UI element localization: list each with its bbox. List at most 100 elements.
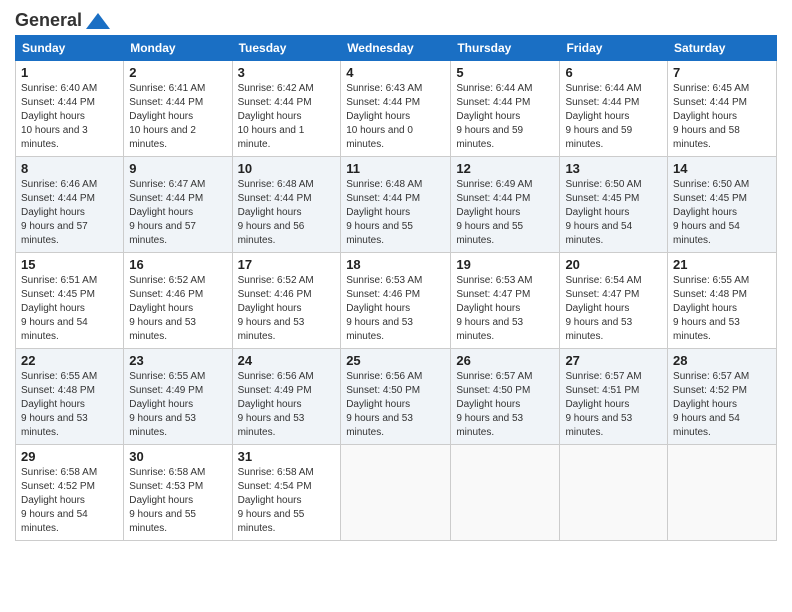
- calendar-cell: 2 Sunrise: 6:41 AMSunset: 4:44 PMDayligh…: [124, 61, 232, 157]
- day-info: Sunrise: 6:58 AMSunset: 4:54 PMDaylight …: [238, 467, 314, 534]
- day-info: Sunrise: 6:57 AMSunset: 4:52 PMDaylight …: [673, 371, 749, 438]
- calendar-cell: 19 Sunrise: 6:53 AMSunset: 4:47 PMDaylig…: [451, 253, 560, 349]
- calendar-cell: 6 Sunrise: 6:44 AMSunset: 4:44 PMDayligh…: [560, 61, 668, 157]
- calendar-header-sunday: Sunday: [16, 36, 124, 61]
- day-number: 28: [673, 353, 771, 368]
- day-info: Sunrise: 6:57 AMSunset: 4:50 PMDaylight …: [456, 371, 532, 438]
- logo-icon: [84, 11, 112, 31]
- day-info: Sunrise: 6:53 AMSunset: 4:46 PMDaylight …: [346, 275, 422, 342]
- day-number: 18: [346, 257, 445, 272]
- day-number: 26: [456, 353, 554, 368]
- day-info: Sunrise: 6:58 AMSunset: 4:52 PMDaylight …: [21, 467, 97, 534]
- day-number: 14: [673, 161, 771, 176]
- day-info: Sunrise: 6:44 AMSunset: 4:44 PMDaylight …: [456, 83, 532, 150]
- calendar-cell: [341, 445, 451, 541]
- day-number: 25: [346, 353, 445, 368]
- calendar-cell: 3 Sunrise: 6:42 AMSunset: 4:44 PMDayligh…: [232, 61, 341, 157]
- calendar-header-monday: Monday: [124, 36, 232, 61]
- day-number: 29: [21, 449, 118, 464]
- calendar-cell: 5 Sunrise: 6:44 AMSunset: 4:44 PMDayligh…: [451, 61, 560, 157]
- day-number: 16: [129, 257, 226, 272]
- day-info: Sunrise: 6:51 AMSunset: 4:45 PMDaylight …: [21, 275, 97, 342]
- day-info: Sunrise: 6:55 AMSunset: 4:48 PMDaylight …: [21, 371, 97, 438]
- day-number: 8: [21, 161, 118, 176]
- calendar-cell: 17 Sunrise: 6:52 AMSunset: 4:46 PMDaylig…: [232, 253, 341, 349]
- day-info: Sunrise: 6:50 AMSunset: 4:45 PMDaylight …: [673, 179, 749, 246]
- calendar-week-4: 22 Sunrise: 6:55 AMSunset: 4:48 PMDaylig…: [16, 349, 777, 445]
- calendar-cell: 23 Sunrise: 6:55 AMSunset: 4:49 PMDaylig…: [124, 349, 232, 445]
- calendar-cell: 27 Sunrise: 6:57 AMSunset: 4:51 PMDaylig…: [560, 349, 668, 445]
- calendar-cell: 9 Sunrise: 6:47 AMSunset: 4:44 PMDayligh…: [124, 157, 232, 253]
- day-number: 12: [456, 161, 554, 176]
- day-info: Sunrise: 6:44 AMSunset: 4:44 PMDaylight …: [565, 83, 641, 150]
- day-number: 31: [238, 449, 336, 464]
- calendar-header-wednesday: Wednesday: [341, 36, 451, 61]
- day-number: 4: [346, 65, 445, 80]
- calendar-cell: 16 Sunrise: 6:52 AMSunset: 4:46 PMDaylig…: [124, 253, 232, 349]
- day-info: Sunrise: 6:58 AMSunset: 4:53 PMDaylight …: [129, 467, 205, 534]
- calendar-cell: 11 Sunrise: 6:48 AMSunset: 4:44 PMDaylig…: [341, 157, 451, 253]
- calendar-cell: 30 Sunrise: 6:58 AMSunset: 4:53 PMDaylig…: [124, 445, 232, 541]
- day-info: Sunrise: 6:40 AMSunset: 4:44 PMDaylight …: [21, 83, 97, 150]
- calendar-cell: 10 Sunrise: 6:48 AMSunset: 4:44 PMDaylig…: [232, 157, 341, 253]
- calendar-cell: 4 Sunrise: 6:43 AMSunset: 4:44 PMDayligh…: [341, 61, 451, 157]
- day-number: 17: [238, 257, 336, 272]
- day-info: Sunrise: 6:57 AMSunset: 4:51 PMDaylight …: [565, 371, 641, 438]
- day-info: Sunrise: 6:55 AMSunset: 4:48 PMDaylight …: [673, 275, 749, 342]
- calendar-cell: 25 Sunrise: 6:56 AMSunset: 4:50 PMDaylig…: [341, 349, 451, 445]
- day-info: Sunrise: 6:41 AMSunset: 4:44 PMDaylight …: [129, 83, 205, 150]
- day-info: Sunrise: 6:53 AMSunset: 4:47 PMDaylight …: [456, 275, 532, 342]
- calendar-cell: 26 Sunrise: 6:57 AMSunset: 4:50 PMDaylig…: [451, 349, 560, 445]
- day-info: Sunrise: 6:49 AMSunset: 4:44 PMDaylight …: [456, 179, 532, 246]
- day-number: 10: [238, 161, 336, 176]
- day-number: 11: [346, 161, 445, 176]
- day-info: Sunrise: 6:55 AMSunset: 4:49 PMDaylight …: [129, 371, 205, 438]
- day-number: 13: [565, 161, 662, 176]
- calendar-cell: 29 Sunrise: 6:58 AMSunset: 4:52 PMDaylig…: [16, 445, 124, 541]
- day-info: Sunrise: 6:45 AMSunset: 4:44 PMDaylight …: [673, 83, 749, 150]
- calendar-header-tuesday: Tuesday: [232, 36, 341, 61]
- day-info: Sunrise: 6:43 AMSunset: 4:44 PMDaylight …: [346, 83, 422, 150]
- day-info: Sunrise: 6:52 AMSunset: 4:46 PMDaylight …: [238, 275, 314, 342]
- calendar-week-2: 8 Sunrise: 6:46 AMSunset: 4:44 PMDayligh…: [16, 157, 777, 253]
- calendar-cell: [560, 445, 668, 541]
- calendar-cell: 8 Sunrise: 6:46 AMSunset: 4:44 PMDayligh…: [16, 157, 124, 253]
- day-number: 22: [21, 353, 118, 368]
- day-info: Sunrise: 6:52 AMSunset: 4:46 PMDaylight …: [129, 275, 205, 342]
- day-number: 21: [673, 257, 771, 272]
- day-number: 23: [129, 353, 226, 368]
- calendar-week-3: 15 Sunrise: 6:51 AMSunset: 4:45 PMDaylig…: [16, 253, 777, 349]
- calendar-header-thursday: Thursday: [451, 36, 560, 61]
- day-info: Sunrise: 6:54 AMSunset: 4:47 PMDaylight …: [565, 275, 641, 342]
- header: General: [15, 10, 777, 29]
- calendar-cell: 12 Sunrise: 6:49 AMSunset: 4:44 PMDaylig…: [451, 157, 560, 253]
- day-number: 5: [456, 65, 554, 80]
- day-number: 2: [129, 65, 226, 80]
- calendar-cell: [668, 445, 777, 541]
- logo-general: General: [15, 10, 82, 31]
- calendar-cell: 15 Sunrise: 6:51 AMSunset: 4:45 PMDaylig…: [16, 253, 124, 349]
- calendar-cell: [451, 445, 560, 541]
- day-info: Sunrise: 6:48 AMSunset: 4:44 PMDaylight …: [346, 179, 422, 246]
- day-info: Sunrise: 6:56 AMSunset: 4:50 PMDaylight …: [346, 371, 422, 438]
- calendar-week-5: 29 Sunrise: 6:58 AMSunset: 4:52 PMDaylig…: [16, 445, 777, 541]
- day-number: 19: [456, 257, 554, 272]
- day-info: Sunrise: 6:56 AMSunset: 4:49 PMDaylight …: [238, 371, 314, 438]
- day-info: Sunrise: 6:46 AMSunset: 4:44 PMDaylight …: [21, 179, 97, 246]
- day-info: Sunrise: 6:50 AMSunset: 4:45 PMDaylight …: [565, 179, 641, 246]
- calendar-cell: 21 Sunrise: 6:55 AMSunset: 4:48 PMDaylig…: [668, 253, 777, 349]
- calendar-cell: 22 Sunrise: 6:55 AMSunset: 4:48 PMDaylig…: [16, 349, 124, 445]
- calendar-cell: 1 Sunrise: 6:40 AMSunset: 4:44 PMDayligh…: [16, 61, 124, 157]
- day-number: 30: [129, 449, 226, 464]
- calendar-cell: 13 Sunrise: 6:50 AMSunset: 4:45 PMDaylig…: [560, 157, 668, 253]
- day-number: 9: [129, 161, 226, 176]
- calendar-table: SundayMondayTuesdayWednesdayThursdayFrid…: [15, 35, 777, 541]
- calendar-cell: 18 Sunrise: 6:53 AMSunset: 4:46 PMDaylig…: [341, 253, 451, 349]
- day-number: 27: [565, 353, 662, 368]
- calendar-header-friday: Friday: [560, 36, 668, 61]
- logo: General: [15, 10, 112, 29]
- calendar-header-saturday: Saturday: [668, 36, 777, 61]
- day-number: 3: [238, 65, 336, 80]
- day-number: 6: [565, 65, 662, 80]
- day-info: Sunrise: 6:47 AMSunset: 4:44 PMDaylight …: [129, 179, 205, 246]
